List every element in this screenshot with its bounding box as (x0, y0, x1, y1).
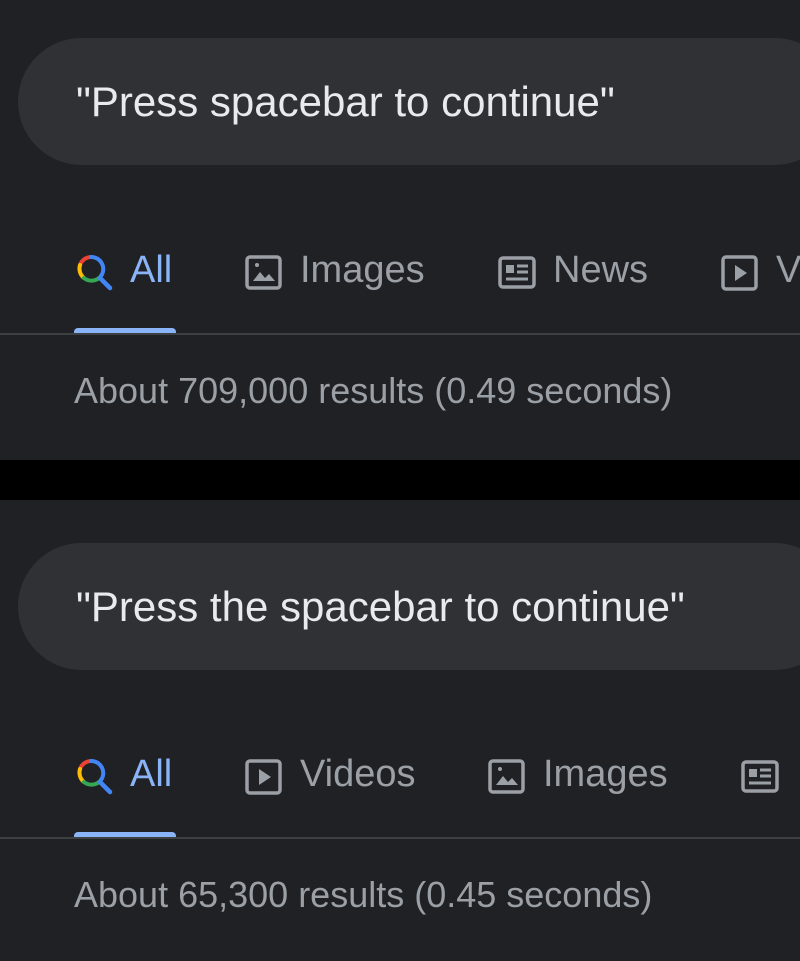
search-icon (74, 252, 114, 292)
tab-all[interactable]: All (74, 240, 176, 335)
tab-all-label: All (130, 753, 173, 795)
tab-news[interactable]: News (497, 240, 648, 335)
tab-images-label: Images (300, 249, 425, 291)
tab-news-label: News (553, 249, 649, 291)
search-results-panel-2: "Press the spacebar to continue" All Vid… (0, 500, 800, 961)
tabs-divider (0, 837, 800, 839)
tab-all[interactable]: All (74, 744, 176, 839)
news-icon (740, 756, 780, 796)
tab-news[interactable] (740, 744, 796, 839)
image-icon (244, 252, 284, 292)
image-icon (487, 756, 527, 796)
search-box[interactable]: "Press spacebar to continue" (18, 38, 800, 165)
tab-all-label: All (130, 249, 173, 291)
tab-videos[interactable]: Videos (244, 744, 416, 839)
tab-videos-label: Videos (300, 753, 416, 795)
search-tabs: All Images News V (0, 240, 800, 335)
tab-images-label: Images (543, 753, 668, 795)
search-box[interactable]: "Press the spacebar to continue" (18, 543, 800, 670)
result-stats: About 709,000 results (0.49 seconds) (74, 370, 673, 411)
news-icon (497, 252, 537, 292)
video-icon (720, 252, 760, 292)
search-results-panel-1: "Press spacebar to continue" All Images … (0, 0, 800, 460)
video-icon (244, 756, 284, 796)
search-query-text[interactable]: "Press spacebar to continue" (76, 38, 615, 165)
tab-videos[interactable]: V (720, 240, 800, 335)
tab-images[interactable]: Images (244, 240, 425, 335)
tab-images[interactable]: Images (487, 744, 668, 839)
search-query-text[interactable]: "Press the spacebar to continue" (76, 543, 685, 670)
tabs-divider (0, 333, 800, 335)
search-icon (74, 756, 114, 796)
tab-videos-label: V (776, 249, 800, 291)
result-stats: About 65,300 results (0.45 seconds) (74, 874, 653, 915)
search-tabs: All Videos Images (0, 744, 800, 839)
